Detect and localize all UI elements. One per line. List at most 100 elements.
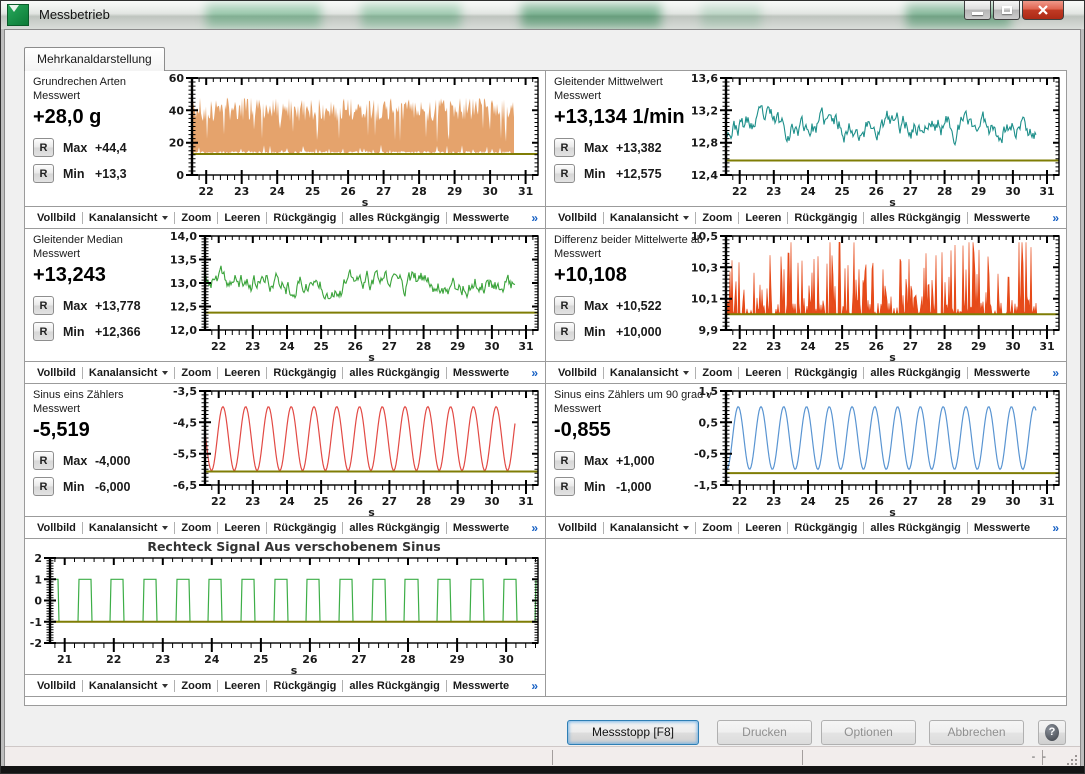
resize-grip[interactable] [1066, 754, 1078, 766]
toolbar-messwerte-button[interactable]: Messwerte [446, 212, 515, 224]
toolbar-alles-rueckgaengig-button[interactable]: alles Rückgängig [863, 367, 966, 379]
toolbar-kanalansicht-button[interactable]: Kanalansicht [82, 212, 174, 224]
channel-panel: Sinus eins ZählersMesswert-5,519RMax-4,0… [25, 384, 545, 538]
toolbar-zoom-button[interactable]: Zoom [174, 212, 217, 224]
chevron-down-icon [683, 216, 689, 220]
toolbar-vollbild-button[interactable]: Vollbild [31, 367, 82, 379]
reset-max-button[interactable]: R [554, 138, 575, 157]
toolbar-vollbild-button[interactable]: Vollbild [552, 522, 603, 534]
reset-max-button[interactable]: R [554, 451, 575, 470]
svg-text:22: 22 [106, 653, 121, 666]
signal-chart[interactable]: 12,012,513,013,514,022232425262728293031… [167, 229, 545, 361]
toolbar-leeren-button[interactable]: Leeren [217, 680, 266, 692]
toolbar-alles-rueckgaengig-button[interactable]: alles Rückgängig [863, 522, 966, 534]
toolbar-more-button[interactable]: » [1052, 366, 1058, 380]
toolbar-zoom-button[interactable]: Zoom [695, 522, 738, 534]
signal-plot: 9,910,110,310,522232425262728293031s [688, 229, 1066, 361]
toolbar-messwerte-button[interactable]: Messwerte [446, 522, 515, 534]
toolbar-leeren-button[interactable]: Leeren [217, 522, 266, 534]
toolbar-kanalansicht-button[interactable]: Kanalansicht [82, 680, 174, 692]
messstopp-button[interactable]: Messstopp [F8] [567, 720, 699, 745]
toolbar-kanalansicht-button[interactable]: Kanalansicht [603, 522, 695, 534]
abbrechen-button[interactable]: Abbrechen [929, 720, 1024, 745]
signal-chart[interactable]: -2-101221222324252627282930sRechteck Sig… [25, 539, 545, 674]
toolbar-leeren-button[interactable]: Leeren [217, 367, 266, 379]
signal-chart[interactable]: 9,910,110,310,522232425262728293031s [688, 229, 1066, 361]
toolbar-leeren-button[interactable]: Leeren [738, 522, 787, 534]
toolbar-rueckgaengig-button[interactable]: Rückgängig [787, 212, 863, 224]
toolbar-vollbild-button[interactable]: Vollbild [31, 680, 82, 692]
optionen-button[interactable]: Optionen [821, 720, 916, 745]
toolbar-rueckgaengig-button[interactable]: Rückgängig [266, 522, 342, 534]
toolbar-messwerte-button[interactable]: Messwerte [967, 212, 1036, 224]
toolbar-alles-rueckgaengig-button[interactable]: alles Rückgängig [863, 212, 966, 224]
toolbar-messwerte-button[interactable]: Messwerte [446, 680, 515, 692]
toolbar-rueckgaengig-button[interactable]: Rückgängig [266, 212, 342, 224]
toolbar-vollbild-button[interactable]: Vollbild [31, 212, 82, 224]
toolbar-more-button[interactable]: » [1052, 521, 1058, 535]
toolbar-alles-rueckgaengig-button[interactable]: alles Rückgängig [342, 522, 445, 534]
toolbar-more-button[interactable]: » [531, 679, 537, 693]
svg-text:27: 27 [382, 340, 397, 353]
toolbar-rueckgaengig-button[interactable]: Rückgängig [787, 367, 863, 379]
signal-chart[interactable]: 020406022232425262728293031s [167, 71, 545, 206]
toolbar-alles-rueckgaengig-button[interactable]: alles Rückgängig [342, 212, 445, 224]
toolbar-kanalansicht-button[interactable]: Kanalansicht [603, 212, 695, 224]
reset-min-button[interactable]: R [554, 164, 575, 183]
toolbar-more-button[interactable]: » [531, 366, 537, 380]
toolbar-messwerte-button[interactable]: Messwerte [967, 522, 1036, 534]
toolbar-more-button[interactable]: » [531, 521, 537, 535]
toolbar-zoom-button[interactable]: Zoom [174, 522, 217, 534]
toolbar-alles-rueckgaengig-button[interactable]: alles Rückgängig [342, 367, 445, 379]
toolbar-kanalansicht-button[interactable]: Kanalansicht [603, 367, 695, 379]
titlebar[interactable]: Messbetrieb [1, 1, 1084, 29]
chevron-down-icon [683, 371, 689, 375]
toolbar-vollbild-button[interactable]: Vollbild [31, 522, 82, 534]
toolbar-zoom-button[interactable]: Zoom [174, 367, 217, 379]
toolbar-rueckgaengig-button[interactable]: Rückgängig [266, 680, 342, 692]
toolbar-rueckgaengig-button[interactable]: Rückgängig [787, 522, 863, 534]
reset-max-button[interactable]: R [33, 138, 54, 157]
reset-min-button[interactable]: R [33, 477, 54, 496]
toolbar-vollbild-button[interactable]: Vollbild [552, 212, 603, 224]
min-row: RMin-1,000 [554, 477, 688, 496]
max-label: Max [63, 299, 95, 313]
signal-plot: 12,412,813,213,622232425262728293031s [688, 71, 1066, 206]
tab-mehrkanaldarstellung[interactable]: Mehrkanaldarstellung [24, 47, 165, 71]
svg-text:12,0: 12,0 [170, 324, 197, 337]
toolbar-leeren-button[interactable]: Leeren [738, 367, 787, 379]
toolbar-kanalansicht-button[interactable]: Kanalansicht [82, 522, 174, 534]
toolbar-vollbild-button[interactable]: Vollbild [552, 367, 603, 379]
toolbar-more-button[interactable]: » [1052, 211, 1058, 225]
signal-chart[interactable]: 12,412,813,213,622232425262728293031s [688, 71, 1066, 206]
toolbar-kanalansicht-button[interactable]: Kanalansicht [82, 367, 174, 379]
toolbar-messwerte-button[interactable]: Messwerte [967, 367, 1036, 379]
reset-min-button[interactable]: R [554, 477, 575, 496]
drucken-button[interactable]: Drucken [717, 720, 812, 745]
svg-text:-2: -2 [30, 637, 42, 650]
svg-text:23: 23 [766, 340, 781, 353]
signal-chart[interactable]: -6,5-5,5-4,5-3,522232425262728293031s [167, 384, 545, 516]
toolbar-messwerte-button[interactable]: Messwerte [446, 367, 515, 379]
toolbar-alles-rueckgaengig-button[interactable]: alles Rückgängig [342, 680, 445, 692]
reset-max-button[interactable]: R [33, 451, 54, 470]
reset-min-button[interactable]: R [554, 322, 575, 341]
maximize-button[interactable] [993, 1, 1020, 20]
toolbar-zoom-button[interactable]: Zoom [174, 680, 217, 692]
toolbar-rueckgaengig-button[interactable]: Rückgängig [266, 367, 342, 379]
toolbar-zoom-button[interactable]: Zoom [695, 212, 738, 224]
toolbar-leeren-button[interactable]: Leeren [217, 212, 266, 224]
reset-max-button[interactable]: R [554, 296, 575, 315]
reset-min-button[interactable]: R [33, 164, 54, 183]
reset-min-button[interactable]: R [33, 322, 54, 341]
help-button[interactable]: ? [1038, 720, 1066, 745]
close-button[interactable] [1022, 1, 1064, 20]
titlebar-glass [1, 1, 1084, 29]
svg-text:-0,5: -0,5 [694, 448, 718, 461]
signal-chart[interactable]: -1,5-0,50,51,522232425262728293031s [688, 384, 1066, 516]
toolbar-more-button[interactable]: » [531, 211, 537, 225]
toolbar-zoom-button[interactable]: Zoom [695, 367, 738, 379]
toolbar-leeren-button[interactable]: Leeren [738, 212, 787, 224]
minimize-button[interactable] [964, 1, 991, 20]
reset-max-button[interactable]: R [33, 296, 54, 315]
